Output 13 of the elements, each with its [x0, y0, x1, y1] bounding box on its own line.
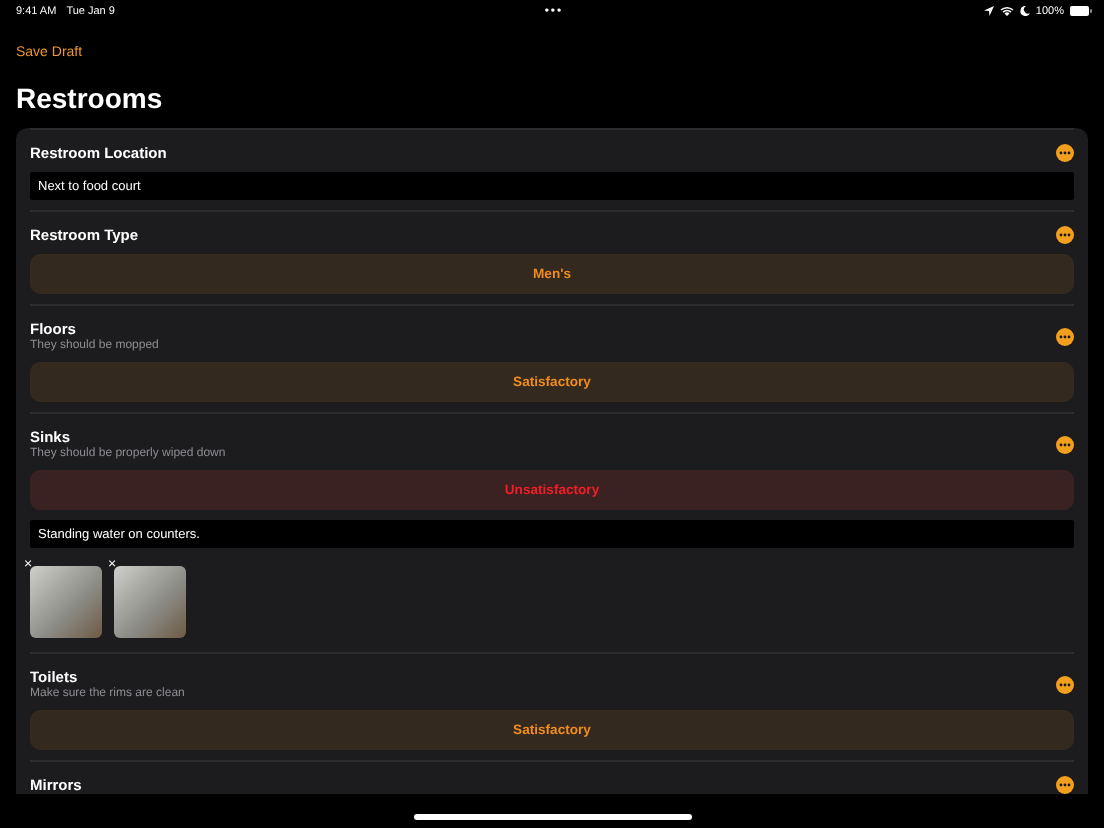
location-icon — [983, 6, 994, 16]
more-icon[interactable] — [1056, 776, 1074, 794]
more-icon[interactable] — [1056, 675, 1074, 693]
battery-icon — [1069, 6, 1092, 16]
wifi-icon — [999, 6, 1014, 16]
more-icon[interactable] — [1056, 327, 1074, 345]
photo-placeholder — [114, 566, 186, 638]
more-icon[interactable] — [1056, 226, 1074, 244]
more-icon[interactable] — [1056, 435, 1074, 453]
more-icon[interactable] — [1056, 144, 1074, 162]
moon-icon — [1019, 6, 1030, 16]
page-title: Restrooms — [16, 82, 165, 114]
photo-placeholder — [30, 566, 102, 638]
